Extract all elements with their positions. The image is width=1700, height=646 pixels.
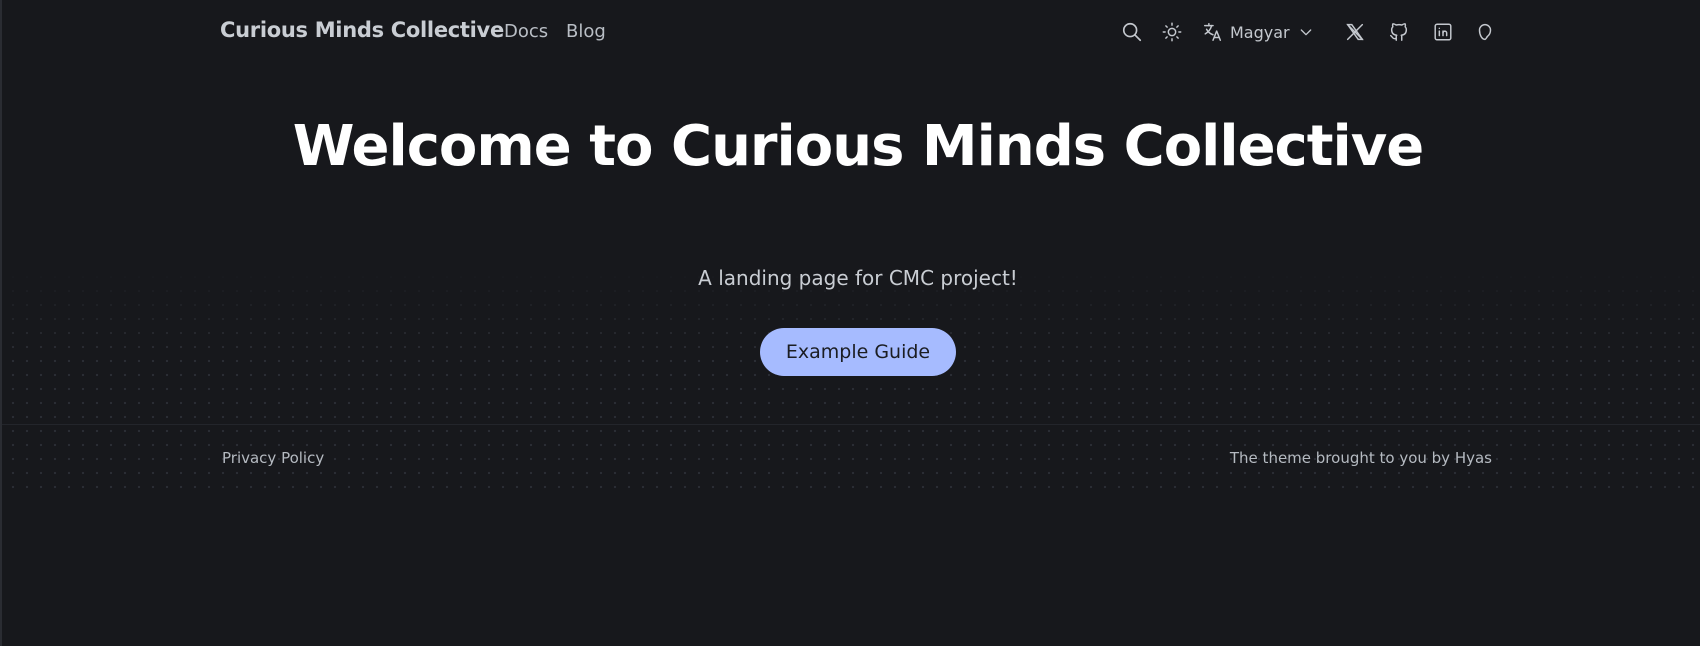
hyas-link[interactable]: Hyas [1455, 449, 1492, 467]
sun-icon[interactable] [1160, 20, 1184, 44]
footer-divider [2, 424, 1700, 425]
language-selector[interactable]: Magyar [1202, 20, 1314, 44]
theme-credit-text: The theme brought to you by [1229, 449, 1455, 467]
privacy-policy-link[interactable]: Privacy Policy [222, 449, 324, 467]
github-icon[interactable] [1387, 20, 1411, 44]
example-guide-button[interactable]: Example Guide [760, 328, 956, 376]
nav-link-docs[interactable]: Docs [504, 21, 548, 42]
chevron-down-icon [1298, 24, 1314, 40]
theme-credit: The theme brought to you by Hyas [1230, 449, 1492, 467]
hero-subtitle: A landing page for CMC project! [698, 266, 1018, 290]
nav-link-blog[interactable]: Blog [566, 21, 606, 42]
hero-title: Welcome to Curious Minds Collective [292, 114, 1424, 179]
top-navbar: Curious Minds Collective Docs Blog Magya… [2, 0, 1700, 66]
language-selected-label: Magyar [1230, 22, 1290, 42]
site-brand-link[interactable]: Curious Minds Collective [220, 18, 504, 42]
translate-icon [1202, 21, 1224, 43]
search-icon[interactable] [1120, 20, 1144, 44]
x-icon[interactable] [1343, 20, 1367, 44]
hero-section: Welcome to Curious Minds Collective A la… [2, 66, 1700, 490]
mastodon-icon[interactable] [1473, 20, 1497, 44]
linkedin-icon[interactable] [1431, 20, 1455, 44]
page: Curious Minds Collective Docs Blog Magya… [0, 0, 1700, 646]
